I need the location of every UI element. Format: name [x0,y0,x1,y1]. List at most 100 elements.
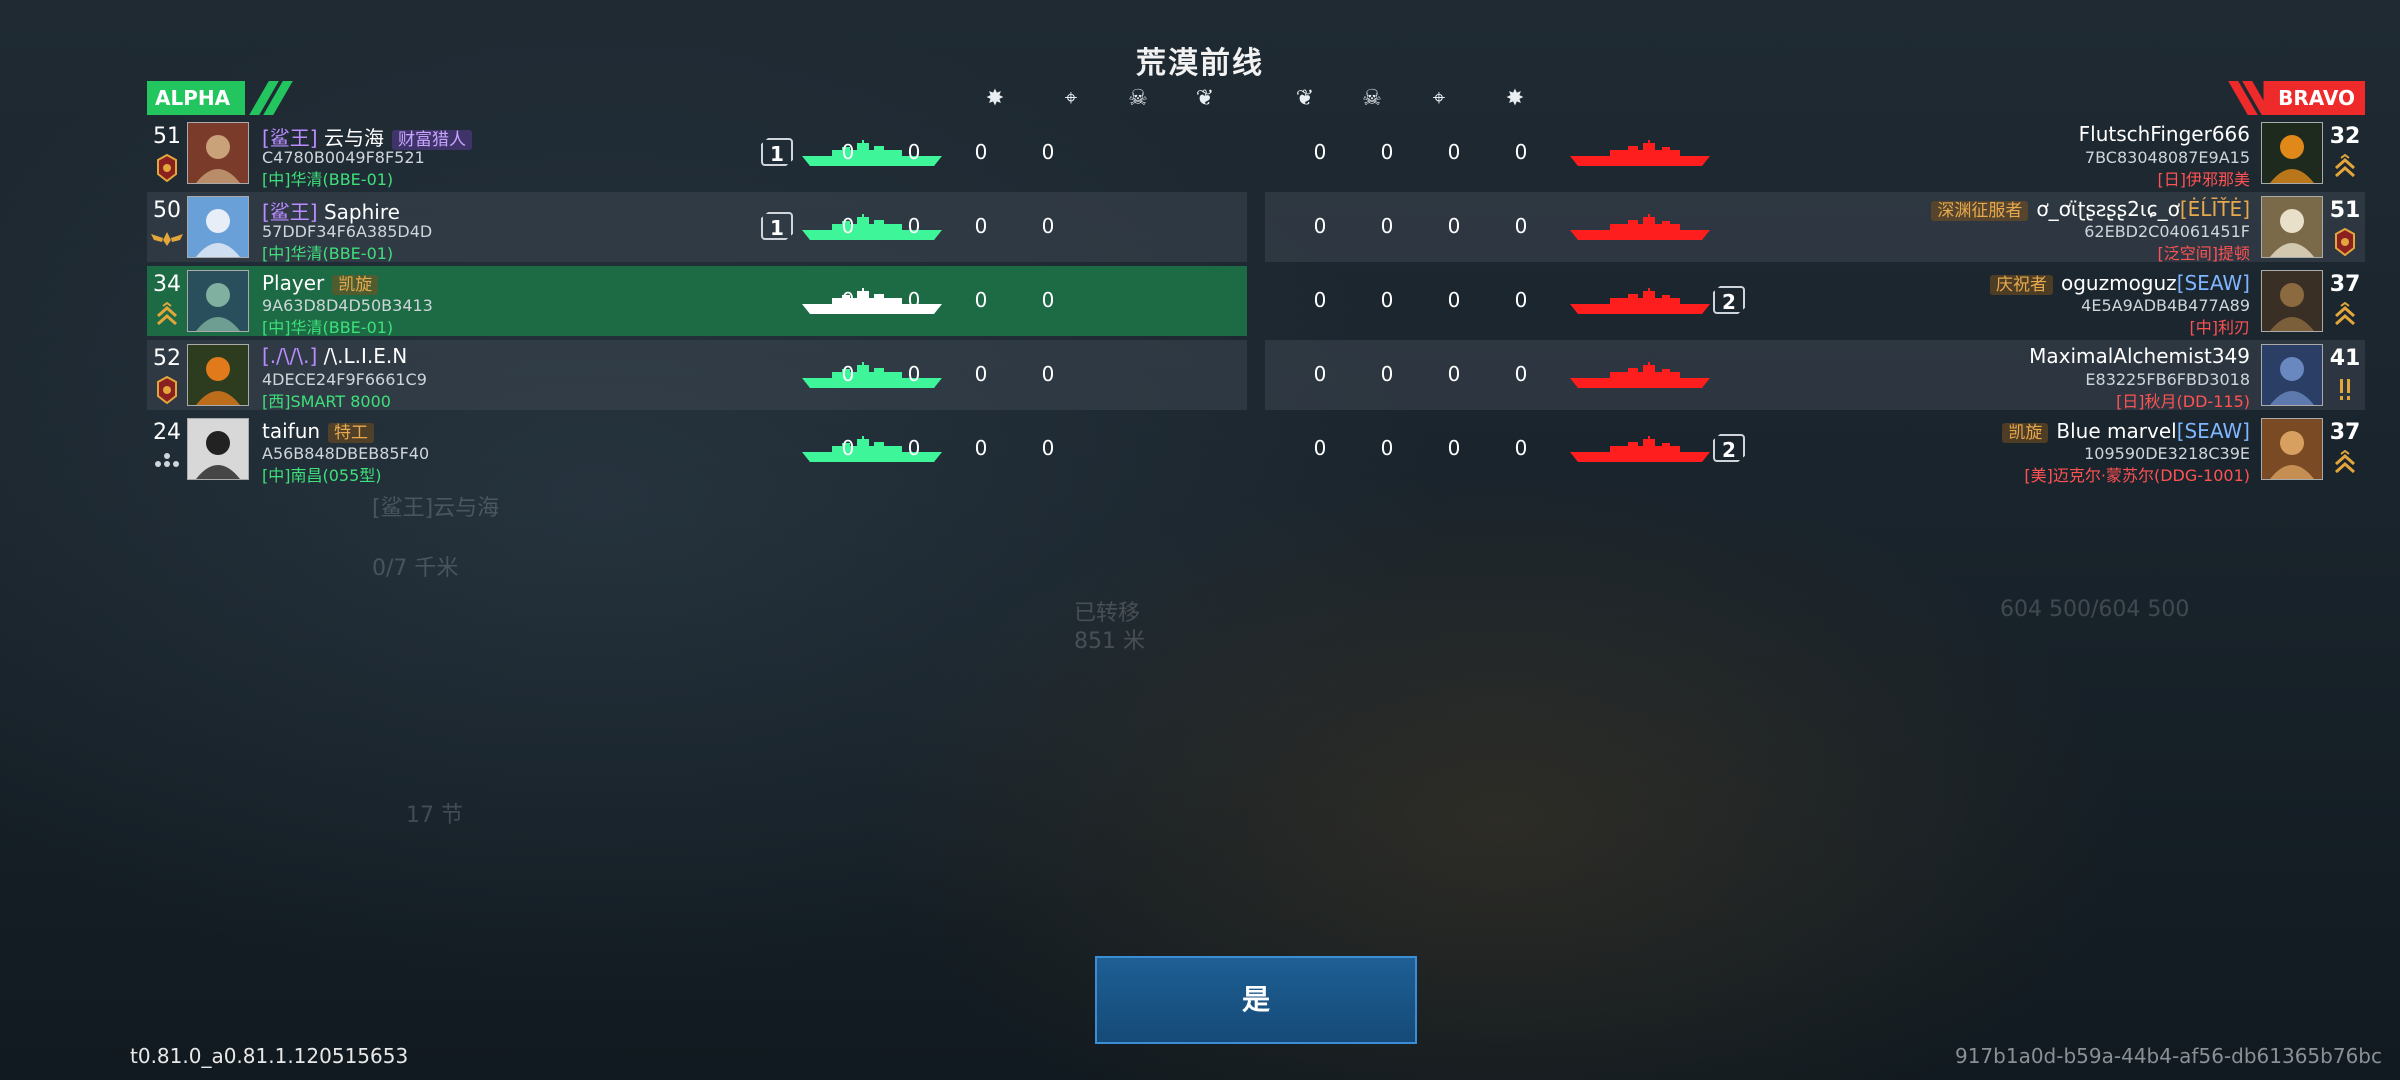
player-name-line: [./\/\.] /\.L.I.E.N [262,344,407,368]
player-name-line: [鲨王] 云与海 财富猎人 [262,122,472,151]
score-value: 0 [1514,362,1528,386]
score-value: 0 [841,140,855,164]
score-value: 0 [907,436,921,460]
player-id: 9A63D8D4D50B3413 [262,296,433,315]
player-level: 34 [153,272,181,297]
kill-count-badge: 1 [761,138,793,166]
player-id: 57DDF34F6A385D4D [262,222,433,241]
score-value: 0 [1313,362,1327,386]
player-name: oguzmoguz [2060,271,2177,295]
alpha-player-row[interactable]: 52 [./\/\.] /\.L.I.E.N 4DECE24F9F6661C9 [西]… [147,340,1247,411]
score-value: 0 [841,214,855,238]
score-value: 0 [907,362,921,386]
team-alpha-label: ALPHA [155,86,231,110]
score-value: 0 [974,214,988,238]
confirm-button[interactable]: 是 [1095,956,1417,1044]
bg-hud-text: 851 米 [1074,629,1145,654]
player-name-line: 凯旋 Blue marvel[SEAW] [2002,418,2250,443]
player-name-line: [鲨王] Saphire [262,196,400,225]
map-title: 荒漠前线 [1136,46,1264,81]
ship-silhouette-icon [1570,214,1710,242]
rank-icon [147,153,187,184]
ship-silhouette-icon [1570,288,1710,316]
score-value: 0 [907,288,921,312]
player-name: ơ_ơɩ̈ʈʂƨʂʂ2ɩɕ_ơ [2036,197,2180,221]
player-avatar [2261,196,2323,258]
player-title: 深渊征服者 [1931,201,2029,221]
ship-silhouette-icon [1570,362,1710,390]
score-value: 0 [841,288,855,312]
player-title: 财富猎人 [391,130,472,150]
bg-hud-text: 17 节 [406,803,463,828]
clan-tag: [鲨王] [262,126,318,150]
player-level: 51 [153,124,181,149]
player-name-line: taifun 特工 [262,418,375,443]
score-value: 0 [1447,214,1461,238]
target-icon: ⌖ [1064,86,1078,111]
player-avatar [2261,344,2323,406]
score-value: 0 [1041,436,1055,460]
kill-count-badge: 1 [761,212,793,240]
score-value: 0 [1313,436,1327,460]
player-ship: [日]伊邪那美 [2157,170,2251,189]
player-ship: [中]华清(BBE-01) [262,318,394,337]
player-level: 37 [2329,272,2361,297]
player-avatar [2261,270,2323,332]
player-id: C4780B0049F8F521 [262,148,425,167]
player-ship: [美]迈克尔·蒙苏尔(DDG-1001) [2024,466,2250,485]
player-name-line: FlutschFinger666 [2079,122,2250,146]
score-value: 0 [1041,140,1055,164]
player-id: 7BC83048087E9A15 [2084,148,2250,167]
version-label: t0.81.0_a0.81.1.120515653 [130,1044,409,1068]
score-value: 0 [1447,362,1461,386]
player-avatar [187,418,249,480]
team-bravo-label: BRAVO [2278,86,2355,110]
player-name-line: Player 凯旋 [262,270,379,295]
player-level: 37 [2329,420,2361,445]
bravo-player-row[interactable]: 0 0 0 0 2 庆祝者 oguzmoguz[SEAW] 4E5A9ADB4B477A89 [… [1265,266,2365,337]
clan-tag: [SEAW] [2176,271,2250,295]
alpha-player-row[interactable]: 24 taifun 特工 A56B848DBEB85F40 [中]南昌(055型) 0 0 0… [147,414,1247,485]
player-avatar [187,196,249,258]
score-value: 0 [1380,288,1394,312]
score-value: 0 [974,288,988,312]
target-icon: ⌖ [1432,86,1446,111]
bravo-player-row[interactable]: 0 0 0 0 2 凯旋 Blue marvel[SEAW] 109590DE3218C39E… [1265,414,2365,485]
kill-count-badge: 2 [1713,286,1745,314]
player-title: 特工 [328,423,375,443]
player-title: 凯旋 [332,275,379,295]
player-name: Player [262,271,325,295]
damage-icon: ✸ [1505,86,1525,111]
player-avatar [187,122,249,184]
bravo-player-row[interactable]: 0 0 0 0 FlutschFinger666 7BC83048087E9A15 [日]伊… [1265,118,2365,189]
player-id: 4E5A9ADB4B477A89 [2081,296,2250,315]
clan-tag: [鲨王] [262,200,318,224]
score-value: 0 [1380,214,1394,238]
score-value: 0 [907,214,921,238]
alpha-player-row[interactable]: 50 [鲨王] Saphire 57DDF34F6A385D4D [中]华清(BBE-… [147,192,1247,263]
bravo-player-row[interactable]: 0 0 0 0 深渊征服者 ơ_ơɩ̈ʈʂƨʂʂ2ɩɕ_ơ[ĖĹĪŤĖ] 62EBD2C04… [1265,192,2365,263]
alpha-player-row[interactable]: 51 [鲨王] 云与海 财富猎人 C4780B0049F8F521 [中]华清(BBE-… [147,118,1247,189]
bravo-player-row[interactable]: 0 0 0 0 MaximalAlchemist349 E83225FB6FBD3018 [… [1265,340,2365,411]
kill-icon: ☠ [1362,86,1382,111]
kill-icon: ☠ [1128,86,1148,111]
score-value: 0 [1514,214,1528,238]
score-value: 0 [1313,214,1327,238]
clan-tag: [ĖĹĪŤĖ] [2179,197,2250,221]
player-id: 62EBD2C04061451F [2084,222,2250,241]
score-value: 0 [841,436,855,460]
score-value: 0 [841,362,855,386]
score-value: 0 [1313,288,1327,312]
score-value: 0 [1380,140,1394,164]
player-name: /\.L.I.E.N [323,344,408,368]
player-name-line: 庆祝者 oguzmoguz[SEAW] [1989,270,2250,295]
bg-hud-text: [鲨王]云与海 [372,496,500,521]
player-title: 庆祝者 [1989,275,2053,295]
rank-icon [2325,449,2365,480]
score-value: 0 [974,362,988,386]
score-value: 0 [1514,288,1528,312]
player-name: 云与海 [323,126,384,150]
rank-icon [147,375,187,406]
rank-icon [147,301,187,332]
alpha-player-row[interactable]: 34 Player 凯旋 9A63D8D4D50B3413 [中]华清(BBE-01) 0… [147,266,1247,337]
